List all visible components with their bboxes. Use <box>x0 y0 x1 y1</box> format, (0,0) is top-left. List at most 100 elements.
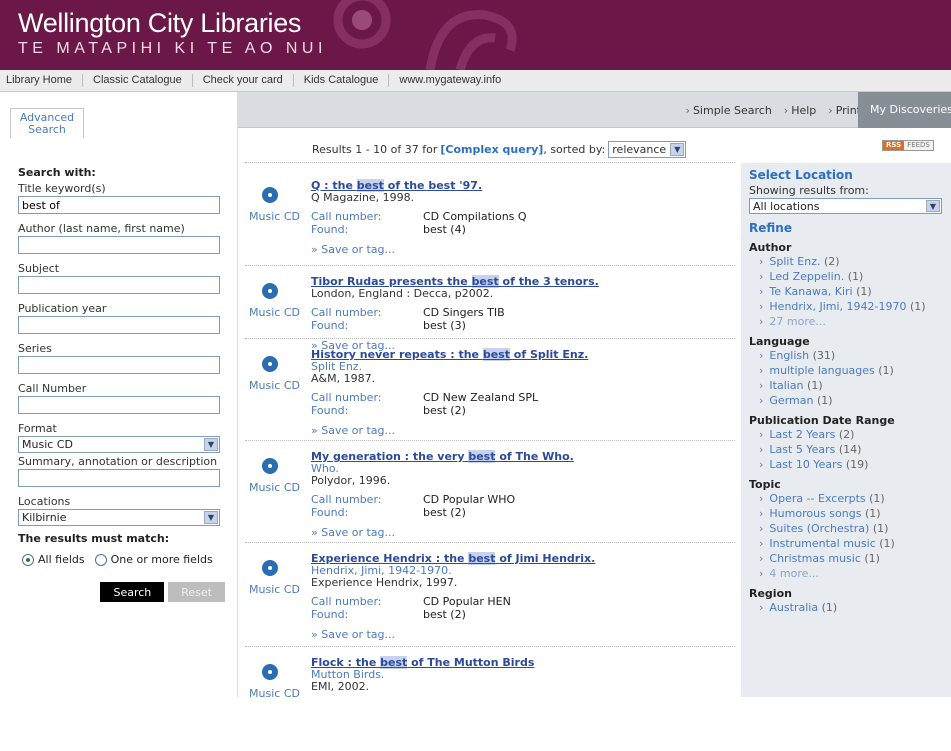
facet-item[interactable]: › Last 5 Years (14) <box>749 442 943 457</box>
facet-label: Christmas music <box>769 552 861 565</box>
save-or-tag-link[interactable]: » Save or tag... <box>311 424 623 437</box>
nav-classic-catalogue[interactable]: Classic Catalogue <box>83 74 193 87</box>
nav-library-home[interactable]: Library Home <box>0 74 84 87</box>
chevron-right-icon: › <box>759 270 764 283</box>
divider <box>245 162 735 163</box>
chevron-down-icon: ▼ <box>204 438 218 451</box>
facet-item[interactable]: › Italian (1) <box>749 378 943 393</box>
facet-label: Last 10 Years <box>769 458 843 471</box>
publication-year-input[interactable] <box>18 316 220 334</box>
chevron-right-icon: › <box>759 567 764 580</box>
result-title-link[interactable]: My generation : the very best of The Who… <box>311 450 623 463</box>
location-select[interactable]: All locations ▼ <box>749 198 942 214</box>
facet-item[interactable]: › Te Kanawa, Kiri (1) <box>749 284 943 299</box>
summary-label: Summary, annotation or description <box>18 455 218 468</box>
facet-item[interactable]: › Last 10 Years (19) <box>749 457 943 472</box>
facet-item[interactable]: › German (1) <box>749 393 943 408</box>
save-or-tag-link[interactable]: » Save or tag... <box>311 243 623 256</box>
help-link[interactable]: › Help <box>784 104 816 117</box>
facet-item[interactable]: › Split Enz. (2) <box>749 254 943 269</box>
print-link[interactable]: › Print <box>828 104 861 117</box>
result-item: Music CD Q : the best of the best '97. Q M… <box>245 174 735 274</box>
facet-item[interactable]: › Humorous songs (1) <box>749 506 943 521</box>
chevron-right-icon: › <box>759 428 764 441</box>
chevron-right-icon: › <box>759 507 764 520</box>
format-select[interactable]: Music CD ▼ <box>18 436 220 453</box>
subject-input[interactable] <box>18 276 220 294</box>
facet-count: (1) <box>856 285 872 298</box>
facet-heading: Region <box>749 587 792 600</box>
facet-item[interactable]: › Last 2 Years (2) <box>749 427 943 442</box>
chevron-right-icon: › <box>759 492 764 505</box>
facet-more-link[interactable]: › 27 more... <box>749 314 943 329</box>
result-meta: Call number: CD New Zealand SPL Found: best… <box>311 391 623 417</box>
save-or-tag-link[interactable]: » Save or tag... <box>311 628 623 641</box>
music-cd-icon <box>262 560 278 576</box>
chevron-right-icon: › <box>759 458 764 471</box>
result-meta: Call number: CD Compilations Q Found: best … <box>311 210 623 236</box>
result-title-highlight: best <box>380 656 408 669</box>
rss-feed-button[interactable]: RSS FEEDS <box>882 140 934 151</box>
tab-advanced-label-2: Search <box>28 123 66 136</box>
result-meta: Call number: CD Singers TIB Found: best (3) <box>311 306 623 332</box>
facet-label: Last 5 Years <box>769 443 836 456</box>
divider <box>245 646 735 647</box>
format-label: Format <box>18 422 57 435</box>
result-format: Music CD <box>249 481 300 494</box>
facet-count: (1) <box>879 537 895 550</box>
select-location-heading: Select Location <box>749 168 853 182</box>
reset-button[interactable]: Reset <box>168 582 225 602</box>
result-body: Flock : the best of The Mutton Birds Mutt… <box>311 656 534 693</box>
facet-count: (1) <box>807 379 823 392</box>
result-format: Music CD <box>249 210 300 223</box>
facet-item[interactable]: › Suites (Orchestra) (1) <box>749 521 943 536</box>
result-body: Tibor Rudas presents the best of the 3 t… <box>311 275 623 352</box>
title-keyword-input[interactable] <box>18 196 220 214</box>
facet-item[interactable]: › Hendrix, Jimi, 1942-1970 (1) <box>749 299 943 314</box>
nav-mygateway[interactable]: www.mygateway.info <box>389 74 511 87</box>
chevron-right-icon: › <box>759 285 764 298</box>
result-body: History never repeats : the best of Spli… <box>311 348 623 437</box>
facet-item[interactable]: › Instrumental music (1) <box>749 536 943 551</box>
facet-item[interactable]: › English (31) <box>749 348 943 363</box>
result-format: Music CD <box>249 687 300 700</box>
summary-input[interactable] <box>18 469 220 487</box>
facet-item[interactable]: › Opera -- Excerpts (1) <box>749 491 943 506</box>
facet-count: (1) <box>878 364 894 377</box>
call-number-key: Call number: <box>311 595 382 608</box>
radio-all-fields[interactable] <box>22 553 34 566</box>
form-heading: Search with: <box>18 166 96 179</box>
save-or-tag-link[interactable]: » Save or tag... <box>311 526 623 539</box>
search-button[interactable]: Search <box>100 582 165 602</box>
advanced-search-form: Search with: Title keyword(s) Author (la… <box>18 166 225 602</box>
nav-check-your-card[interactable]: Check your card <box>193 74 294 87</box>
call-number-input[interactable] <box>18 396 220 414</box>
simple-search-link[interactable]: › Simple Search <box>686 104 772 117</box>
facet-count: (1) <box>847 270 864 283</box>
found-key: Found: <box>311 319 349 332</box>
found-value: best (2) <box>423 404 466 417</box>
facet-item[interactable]: › Australia (1) <box>749 600 943 615</box>
chevron-right-icon: › <box>685 104 690 117</box>
result-title-part: of Split Enz. <box>509 348 589 361</box>
result-item: Music CD History never repeats : the best… <box>245 343 735 443</box>
facet-item[interactable]: › Led Zeppelin. (1) <box>749 269 943 284</box>
tab-advanced-search[interactable]: Advanced Search <box>10 108 84 138</box>
locations-select[interactable]: Kilbirnie ▼ <box>18 509 220 526</box>
tab-my-discoveries[interactable]: My Discoveries <box>858 92 951 128</box>
result-title-part: of The Who. <box>495 450 574 463</box>
author-input[interactable] <box>18 236 220 254</box>
rss-icon: RSS <box>883 141 905 150</box>
facet-item[interactable]: › multiple languages (1) <box>749 363 943 378</box>
result-item: Music CD My generation : the very best of… <box>245 445 735 545</box>
nav-kids-catalogue[interactable]: Kids Catalogue <box>294 74 390 87</box>
result-title-highlight: best <box>482 348 510 361</box>
chevron-right-icon: › <box>828 104 833 117</box>
facet-item[interactable]: › Christmas music (1) <box>749 551 943 566</box>
facet-more-link[interactable]: › 4 more... <box>749 566 943 581</box>
series-input[interactable] <box>18 356 220 374</box>
chevron-right-icon: › <box>783 104 789 117</box>
complex-query-link[interactable]: [Complex query] <box>440 143 543 156</box>
sort-select[interactable]: relevance ▼ <box>608 141 687 158</box>
radio-one-or-more[interactable] <box>94 553 107 566</box>
